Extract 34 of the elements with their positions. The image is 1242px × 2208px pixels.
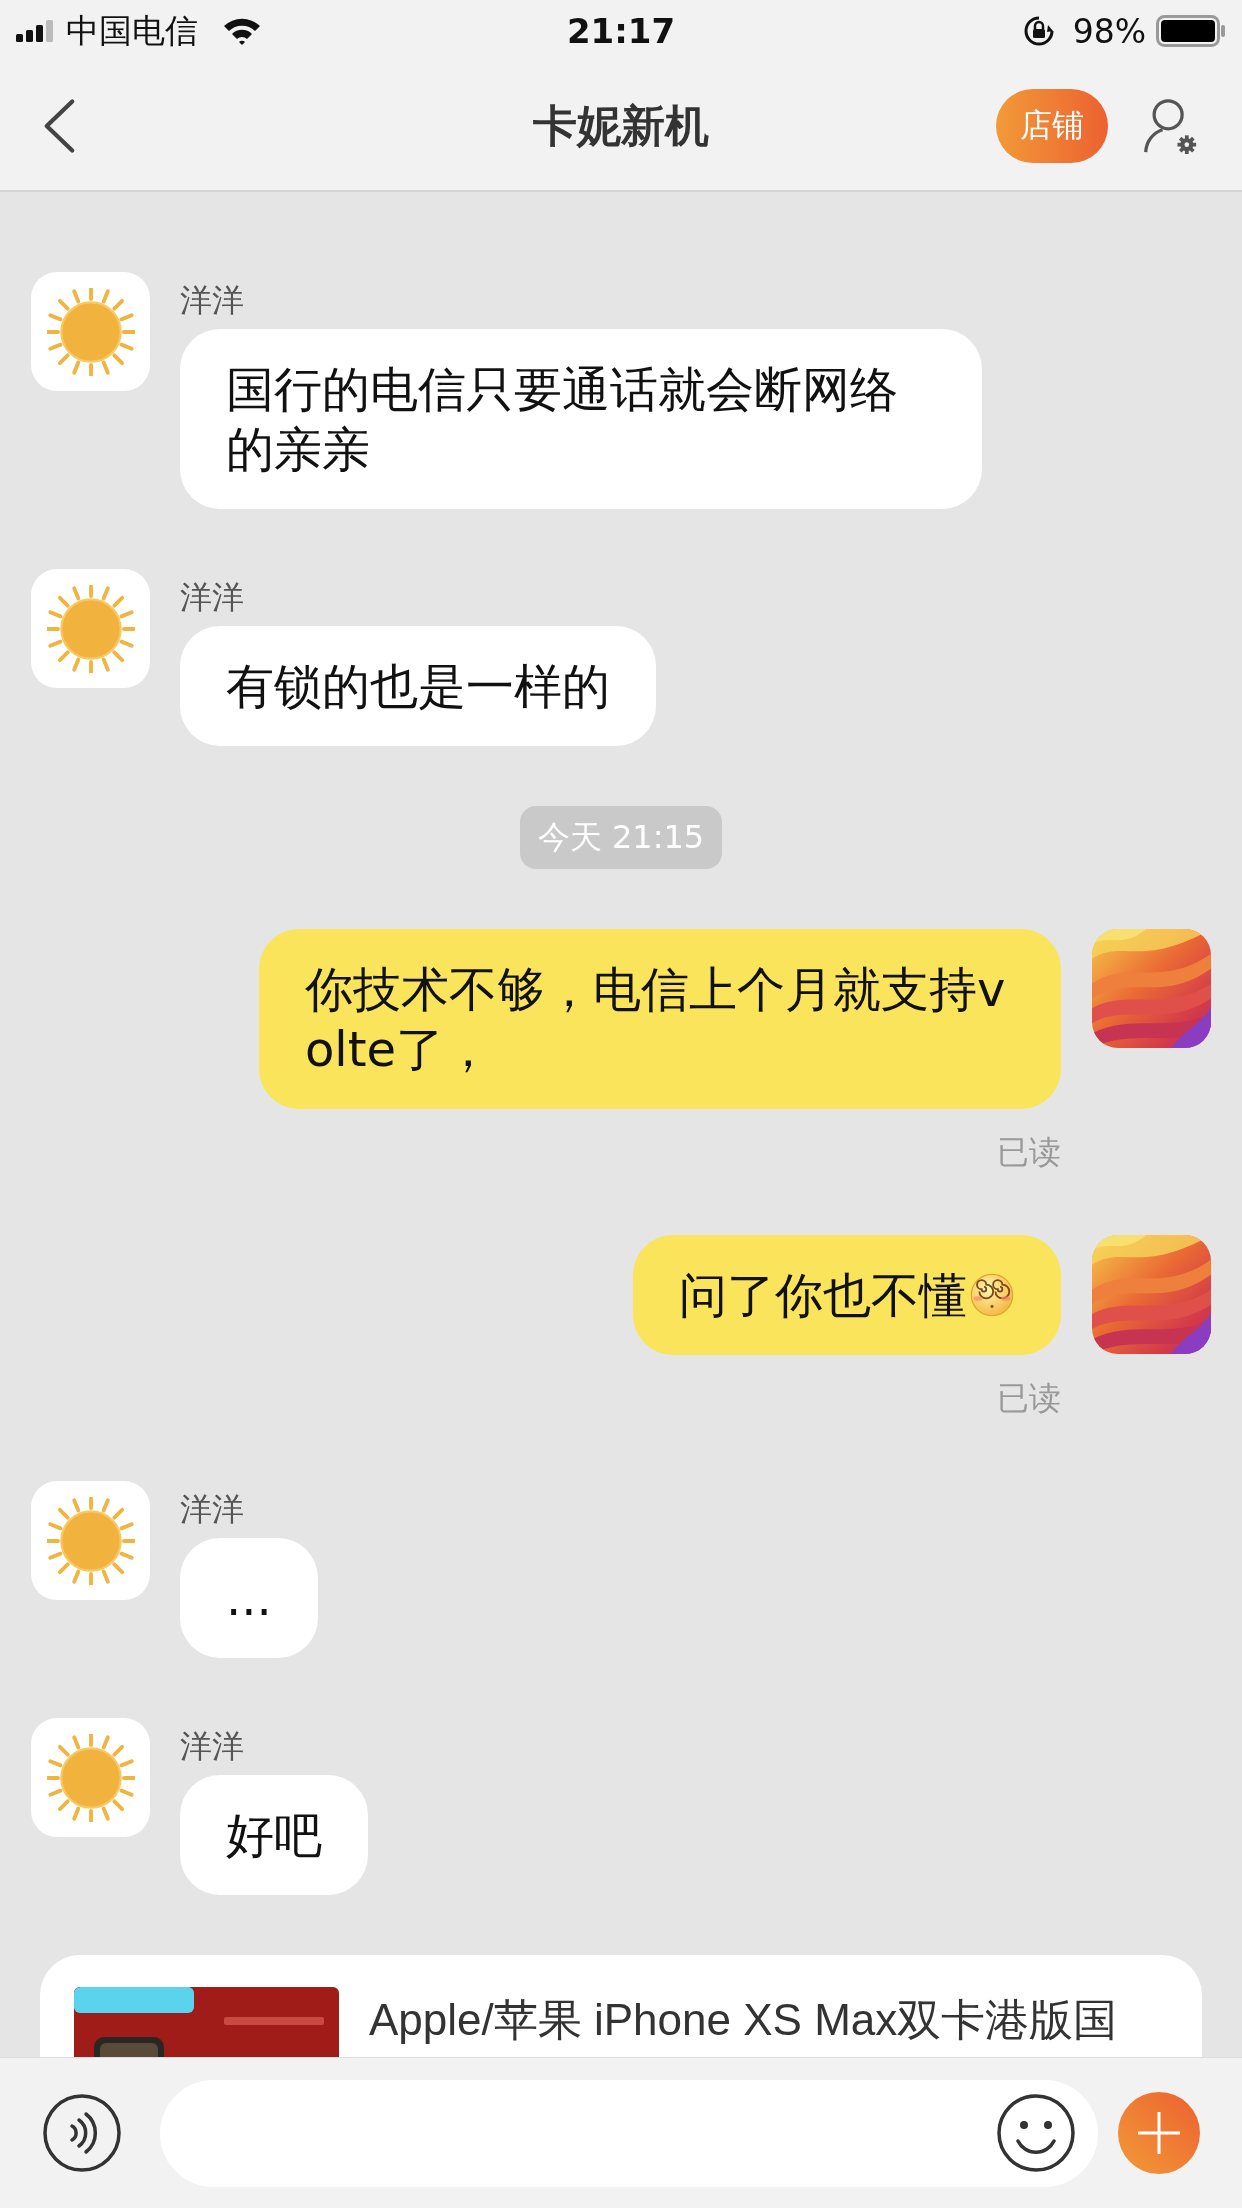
battery-percent: 98% [1072,11,1146,51]
rotation-lock-icon [1022,15,1055,47]
read-status: 已读 [997,1378,1061,1419]
product-card[interactable]: Apple/苹果 iPhone XS Max双卡港版国 [40,1955,1202,2057]
back-icon[interactable] [42,97,76,155]
message-text: 国行的电信只要通话就会断网络的亲亲 [226,360,899,479]
carrier-name: 中国电信 [66,9,198,52]
sun-icon [46,1733,135,1822]
plus-icon[interactable] [1118,2092,1200,2174]
chat-title: 卡妮新机 [532,98,710,153]
message-text: 你技术不够，电信上个月就支持volte了， [305,960,1007,1079]
sun-icon [46,287,135,376]
message-text: 有锁的也是一样的 [226,657,610,716]
message-text: 问了你也不懂 [679,1266,967,1325]
read-status: 已读 [997,1132,1061,1173]
battery-icon [1156,15,1226,47]
product-title[interactable]: Apple/苹果 iPhone XS Max双卡港版国 [369,1991,1118,2050]
avatar[interactable] [31,569,150,688]
message-text: ... [226,1569,272,1628]
sender-name: 洋洋 [180,577,244,617]
avatar[interactable] [31,1718,150,1837]
sender-name: 洋洋 [180,1726,244,1766]
voice-icon[interactable] [42,2093,122,2173]
message-text: 好吧 [226,1806,322,1865]
signal-icon [16,20,56,42]
sender-name: 洋洋 [180,280,244,320]
sender-name: 洋洋 [180,1489,244,1529]
sun-icon [46,1496,135,1585]
avatar[interactable] [31,272,150,391]
clock-time: 21:17 [565,11,677,51]
wifi-icon [222,16,262,46]
sun-icon [46,584,135,673]
avatar[interactable] [31,1481,150,1600]
emoji-icon[interactable] [996,2093,1076,2173]
